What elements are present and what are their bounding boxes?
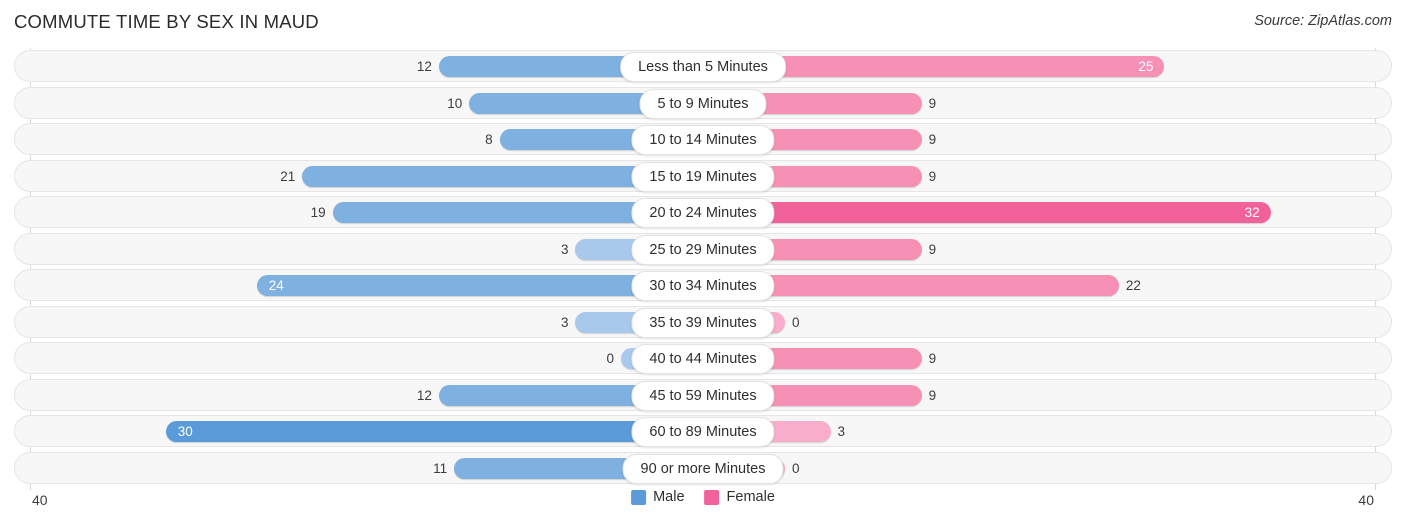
- legend-item-female[interactable]: Female: [704, 489, 775, 505]
- female-swatch-icon: [704, 489, 720, 505]
- axis-label-right: 40: [1358, 492, 1374, 508]
- bar-value-female: 9: [928, 387, 937, 403]
- category-label[interactable]: 60 to 89 Minutes: [631, 417, 775, 447]
- category-label[interactable]: 90 or more Minutes: [622, 453, 784, 484]
- legend-label-female: Female: [726, 489, 775, 505]
- chart-row: 30 3 60 to 89 Minutes: [14, 413, 1392, 450]
- bar-value-female: 0: [792, 314, 800, 330]
- chart-row: 11 0 90 or more Minutes: [14, 450, 1392, 487]
- bar-value-male: 30: [177, 424, 193, 439]
- bar-value-male: 10: [447, 95, 463, 111]
- chart-row: 10 9 5 to 9 Minutes: [14, 85, 1392, 122]
- chart-legend: Male Female: [631, 489, 775, 505]
- category-label[interactable]: 35 to 39 Minutes: [631, 307, 775, 338]
- category-label[interactable]: 25 to 29 Minutes: [631, 234, 775, 265]
- axis-label-left: 40: [32, 492, 48, 508]
- chart-container: COMMUTE TIME BY SEX IN MAUD Source: ZipA…: [0, 0, 1406, 523]
- male-swatch-icon: [631, 489, 647, 505]
- page-title: COMMUTE TIME BY SEX IN MAUD: [14, 11, 319, 32]
- bar-value-male: 11: [433, 460, 448, 476]
- bar-value-male: 12: [416, 387, 432, 403]
- chart-row: 3 0 35 to 39 Minutes: [14, 304, 1392, 341]
- category-label[interactable]: 40 to 44 Minutes: [631, 344, 775, 374]
- chart-row: 19 32 20 to 24 Minutes: [14, 194, 1392, 231]
- bar-value-female: 9: [928, 241, 937, 257]
- category-label[interactable]: 30 to 34 Minutes: [631, 271, 775, 301]
- chart-row: 8 9 10 to 14 Minutes: [14, 121, 1392, 158]
- category-label[interactable]: 5 to 9 Minutes: [639, 88, 767, 119]
- bar-value-male: 19: [310, 205, 326, 220]
- bar-value-male: 0: [606, 351, 614, 366]
- bar-value-female: 9: [928, 95, 937, 111]
- chart-row: 3 9 25 to 29 Minutes: [14, 231, 1392, 268]
- plot-area: 12 25 Less than 5 Minutes 10 9 5 to 9 Minutes…: [14, 48, 1392, 490]
- bar-value-male: 12: [416, 59, 432, 74]
- bar-value-female: 22: [1125, 278, 1141, 293]
- category-label[interactable]: 10 to 14 Minutes: [631, 125, 775, 155]
- category-label[interactable]: 45 to 59 Minutes: [631, 380, 775, 411]
- legend-item-male[interactable]: Male: [631, 489, 685, 505]
- chart-header: COMMUTE TIME BY SEX IN MAUD Source: ZipA…: [0, 0, 1406, 46]
- bar-value-female: 0: [792, 460, 800, 476]
- bar-value-female: 3: [837, 424, 846, 439]
- bar-value-male: 21: [280, 168, 296, 184]
- bar-value-male: 3: [560, 241, 569, 257]
- chart-row: 0 9 40 to 44 Minutes: [14, 340, 1392, 377]
- source-attribution: Source: ZipAtlas.com: [1254, 13, 1392, 29]
- bar-value-male: 3: [560, 314, 569, 330]
- bar-value-female: 25: [1138, 59, 1154, 74]
- chart-row: 12 25 Less than 5 Minutes: [14, 48, 1392, 85]
- bar-female[interactable]: [703, 202, 1271, 223]
- bar-value-female: 9: [928, 351, 937, 366]
- chart-row: 21 9 15 to 19 Minutes: [14, 158, 1392, 195]
- bar-value-female: 9: [928, 132, 937, 147]
- bar-male[interactable]: [165, 421, 703, 442]
- chart-row: 12 9 45 to 59 Minutes: [14, 377, 1392, 414]
- bar-value-female: 9: [928, 168, 937, 184]
- chart-footer: 40 40 Male Female: [14, 489, 1392, 515]
- bar-value-female: 32: [1244, 205, 1260, 220]
- bar-value-male: 8: [485, 132, 493, 147]
- category-label[interactable]: 20 to 24 Minutes: [631, 198, 775, 228]
- chart-row: 24 22 30 to 34 Minutes: [14, 267, 1392, 304]
- legend-label-male: Male: [653, 489, 685, 505]
- category-label[interactable]: 15 to 19 Minutes: [631, 161, 775, 192]
- bar-value-male: 24: [268, 278, 284, 293]
- category-label[interactable]: Less than 5 Minutes: [620, 52, 786, 82]
